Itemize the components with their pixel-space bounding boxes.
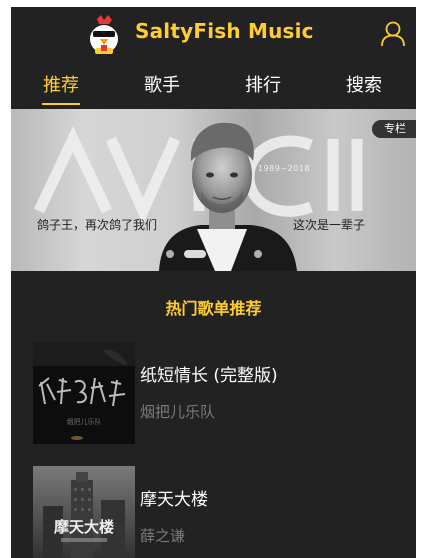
banner-artwork xyxy=(34,122,363,271)
playlist-artist: 烟把儿乐队 xyxy=(140,403,216,421)
app-screen: SaltyFish Music 推荐 歌手 排行 搜索 1989~2018 专栏… xyxy=(11,7,416,558)
tab-rankings[interactable]: 排行 xyxy=(245,71,281,97)
tab-bar: 推荐 歌手 排行 搜索 xyxy=(11,63,416,109)
playlist-title: 摩天大楼 xyxy=(140,490,208,510)
chicken-mascot-icon xyxy=(90,15,118,54)
section-title: 热门歌单推荐 xyxy=(165,299,262,318)
active-tab-indicator xyxy=(42,103,80,105)
tab-singers[interactable]: 歌手 xyxy=(144,71,180,97)
banner-caption-right: 这次是一辈子 xyxy=(293,218,366,232)
tab-recommend[interactable]: 推荐 xyxy=(43,71,79,97)
slider-dot[interactable] xyxy=(254,250,262,258)
playlist-title: 纸短情长 (完整版) xyxy=(140,366,278,386)
slider-dot[interactable] xyxy=(166,250,174,258)
app-title: SaltyFish Music xyxy=(135,19,314,43)
user-icon[interactable] xyxy=(380,21,406,47)
banner-year-range: 1989~2018 xyxy=(258,164,310,173)
banner-category-tag: 专栏 xyxy=(372,120,416,138)
banner-slider[interactable]: 1989~2018 专栏 鸽子王，再次鸽了我们 这次是一辈子 xyxy=(11,109,416,271)
header: SaltyFish Music xyxy=(11,7,416,61)
svg-text:烟把儿乐队: 烟把儿乐队 xyxy=(67,417,102,426)
banner-caption-left: 鸽子王，再次鸽了我们 xyxy=(37,218,158,232)
playlist-artist: 薛之谦 xyxy=(140,527,186,545)
slider-dot-active[interactable] xyxy=(184,250,206,258)
playlist-item[interactable]: 摩天大楼 摩天大楼 薛之谦 xyxy=(33,466,403,558)
playlist-cover: 烟把儿乐队 xyxy=(33,342,135,444)
svg-text:摩天大楼: 摩天大楼 xyxy=(54,518,114,536)
playlist-item[interactable]: 烟把儿乐队 纸短情长 (完整版) 烟把儿乐队 xyxy=(33,342,403,444)
tab-search[interactable]: 搜索 xyxy=(346,71,382,97)
playlist-cover: 摩天大楼 xyxy=(33,466,135,558)
slider-pagination xyxy=(166,249,266,259)
